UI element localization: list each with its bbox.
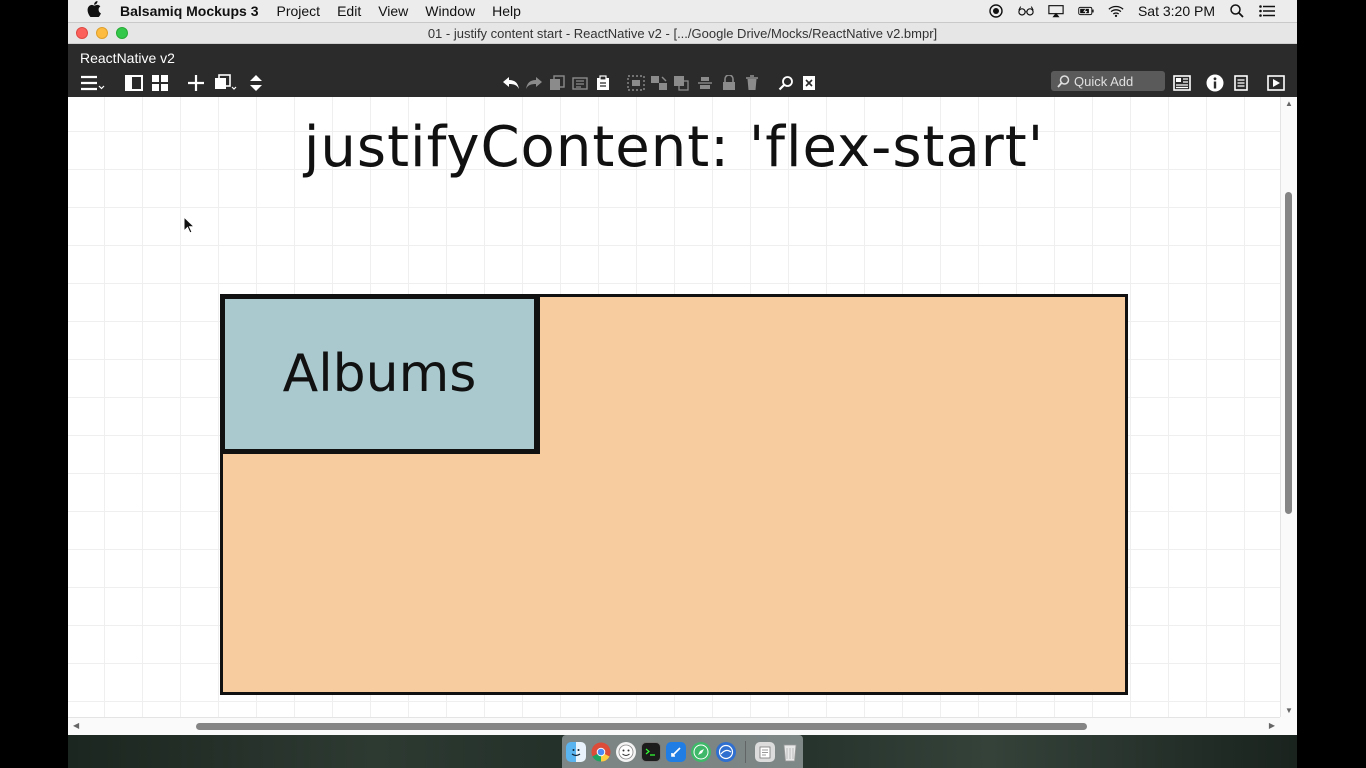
finder-icon[interactable] xyxy=(565,741,586,762)
duplicate-icon[interactable] xyxy=(213,72,239,94)
mockup-title-text[interactable]: justifyContent: 'flex-start' xyxy=(68,115,1280,180)
bring-to-front-icon[interactable] xyxy=(670,72,692,94)
paste-icon[interactable] xyxy=(592,72,614,94)
navigator-panel-icon[interactable] xyxy=(123,72,145,94)
safari-icon[interactable] xyxy=(690,741,711,762)
vertical-scroll-thumb[interactable] xyxy=(1285,192,1292,514)
undo-icon[interactable] xyxy=(500,72,522,94)
airplay-icon[interactable] xyxy=(1048,4,1064,18)
presentation-mode-icon[interactable] xyxy=(1265,72,1287,94)
grid-view-icon[interactable] xyxy=(149,72,171,94)
menu-project[interactable]: Project xyxy=(277,3,321,19)
menu-view[interactable]: View xyxy=(378,3,408,19)
menu-edit[interactable]: Edit xyxy=(337,3,361,19)
vertical-scrollbar[interactable]: ▲ ▼ xyxy=(1280,97,1297,717)
xcode-icon[interactable] xyxy=(665,741,686,762)
info-icon[interactable] xyxy=(1204,72,1226,94)
chrome-icon[interactable] xyxy=(591,742,611,762)
find-icon[interactable] xyxy=(775,72,797,94)
dock-separator xyxy=(744,740,746,763)
notes-icon[interactable] xyxy=(1230,72,1252,94)
scroll-corner xyxy=(1280,717,1297,735)
quick-add-input[interactable]: Quick Add xyxy=(1051,71,1165,91)
ungroup-icon[interactable] xyxy=(648,72,670,94)
window-titlebar[interactable]: 01 - justify content start - ReactNative… xyxy=(68,23,1297,44)
scroll-up-arrow-icon[interactable]: ▲ xyxy=(1285,99,1293,108)
balsamiq-window: 01 - justify content start - ReactNative… xyxy=(68,23,1297,735)
horizontal-scrollbar[interactable]: ◀ ▶ xyxy=(68,717,1280,735)
add-icon[interactable] xyxy=(185,72,207,94)
wifi-icon[interactable] xyxy=(1108,4,1124,18)
hamburger-menu-icon[interactable] xyxy=(78,72,106,94)
albums-box-label: Albums xyxy=(282,344,477,404)
battery-icon[interactable] xyxy=(1078,4,1094,18)
clear-format-icon[interactable] xyxy=(798,72,820,94)
simulator-icon[interactable] xyxy=(715,741,736,762)
zoom-window-button[interactable] xyxy=(116,27,128,39)
flex-container-rectangle[interactable]: Albums xyxy=(220,294,1128,695)
menu-help[interactable]: Help xyxy=(492,3,521,19)
align-icon[interactable] xyxy=(694,72,716,94)
quick-add-placeholder: Quick Add xyxy=(1074,73,1134,89)
window-title: 01 - justify content start - ReactNative… xyxy=(427,25,938,41)
menubar-clock[interactable]: Sat 3:20 PM xyxy=(1138,3,1215,19)
group-icon[interactable] xyxy=(625,72,647,94)
albums-box[interactable]: Albums xyxy=(222,296,540,454)
terminal-icon[interactable] xyxy=(640,741,661,762)
delete-icon[interactable] xyxy=(741,72,763,94)
menu-window[interactable]: Window xyxy=(425,3,475,19)
scroll-left-arrow-icon[interactable]: ◀ xyxy=(73,721,79,730)
close-window-button[interactable] xyxy=(76,27,88,39)
copy-icon[interactable] xyxy=(546,72,568,94)
app-menu-name[interactable]: Balsamiq Mockups 3 xyxy=(120,3,259,19)
minimize-window-button[interactable] xyxy=(96,27,108,39)
horizontal-scroll-thumb[interactable] xyxy=(196,723,1087,730)
cut-icon[interactable] xyxy=(569,72,591,94)
notification-list-icon[interactable] xyxy=(1259,4,1275,18)
ui-library-icon[interactable] xyxy=(1171,72,1193,94)
spotlight-search-icon[interactable] xyxy=(1229,4,1245,18)
project-name: ReactNative v2 xyxy=(80,50,175,66)
scroll-right-arrow-icon[interactable]: ▶ xyxy=(1269,721,1275,730)
mouse-pointer-icon xyxy=(183,215,196,239)
trash-icon[interactable] xyxy=(780,742,800,762)
dock xyxy=(562,735,803,768)
apple-logo-icon[interactable] xyxy=(68,1,120,21)
window-controls xyxy=(76,27,128,39)
expand-collapse-icon[interactable] xyxy=(245,72,267,94)
scroll-down-arrow-icon[interactable]: ▼ xyxy=(1285,706,1293,715)
mockup-canvas[interactable]: justifyContent: 'flex-start' Albums xyxy=(68,97,1280,717)
app-toolbar: ReactNative v2 Quick Add xyxy=(68,44,1297,97)
redo-icon[interactable] xyxy=(523,72,545,94)
glasses-icon[interactable] xyxy=(1018,4,1034,18)
documents-folder-icon[interactable] xyxy=(754,741,775,762)
search-icon xyxy=(1055,73,1071,89)
messages-icon[interactable] xyxy=(615,741,636,762)
mac-menubar: Balsamiq Mockups 3 Project Edit View Win… xyxy=(68,0,1297,23)
lock-icon[interactable] xyxy=(718,72,740,94)
screen-record-icon[interactable] xyxy=(988,4,1004,18)
